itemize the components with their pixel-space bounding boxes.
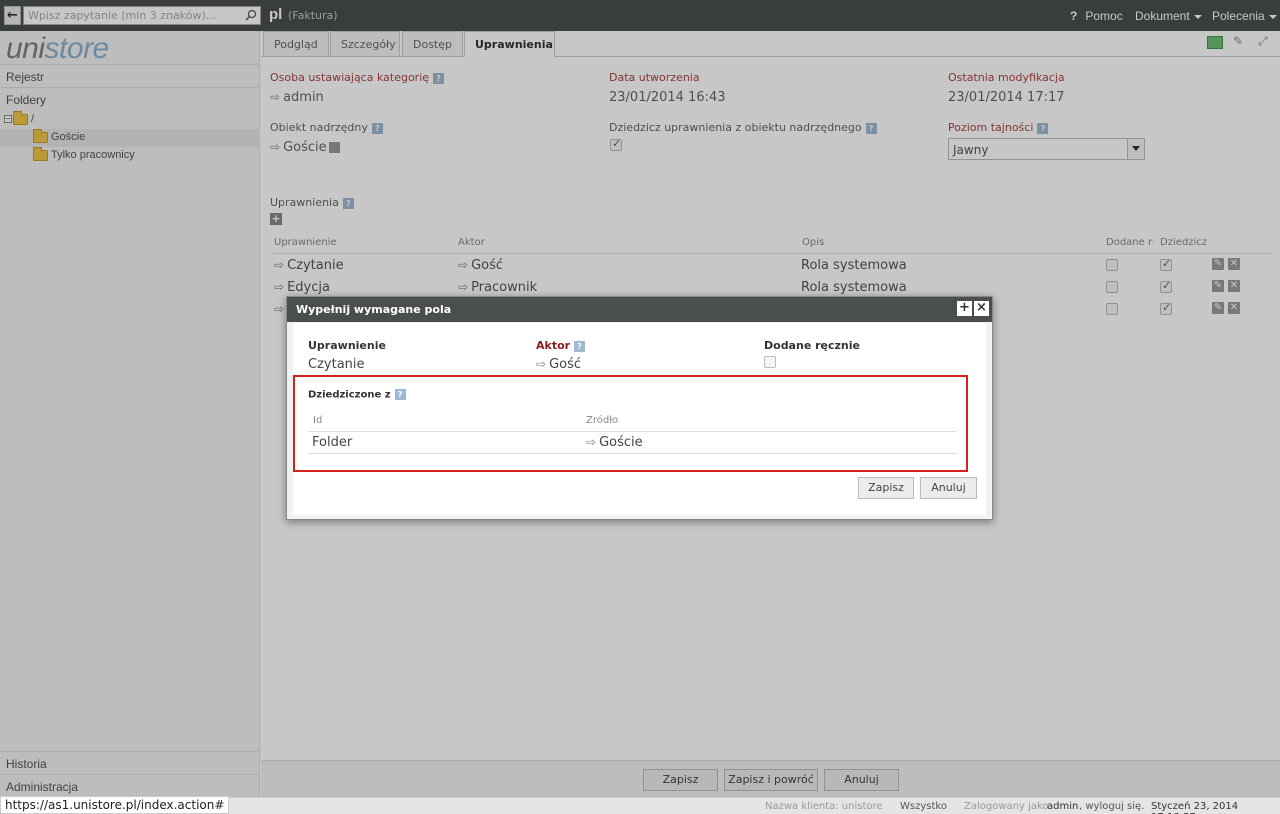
logged-prefix: Zalogowany jako [964,801,1049,812]
status-bar: Nazwa klienta: unistore Wszystko Zalogow… [0,796,1280,814]
url-tooltip: https://as1.unistore.pl/index.action# [0,796,230,814]
dialog-header: Wypełnij wymagane pola + × [287,297,992,322]
close-icon[interactable]: × [974,301,989,316]
scope-all[interactable]: Wszystko [900,801,947,812]
client-name: Nazwa klienta: unistore [765,801,883,812]
dialog-actor-label-text: Aktor [536,339,571,352]
help-icon[interactable]: ? [574,340,586,352]
dialog-title: Wypełnij wymagane pola [296,303,452,316]
dialog-cancel-button[interactable]: Anuluj [920,477,977,499]
dialog-actor-text: Gość [549,357,582,372]
datetime: Styczeń 23, 2014 17:18:27 [1151,801,1239,814]
dialog-manual-checkbox[interactable] [764,356,776,368]
dialog-permission-label: Uprawnienie [308,339,386,352]
logout-link[interactable]: , wyloguj się. [1079,801,1144,812]
dialog-actor-label: Aktor? [536,339,586,352]
dialog-actor-value[interactable]: ⇨ Gość [536,357,581,372]
user-link[interactable]: admin [1047,801,1078,812]
maximize-icon[interactable]: + [957,301,972,316]
dialog-save-button[interactable]: Zapisz [858,477,914,499]
link-arrow-icon: ⇨ [536,357,547,371]
dialog-manual-label: Dodane ręcznie [764,339,860,352]
highlight-box [293,375,968,472]
dialog-permission-value: Czytanie [308,357,365,372]
